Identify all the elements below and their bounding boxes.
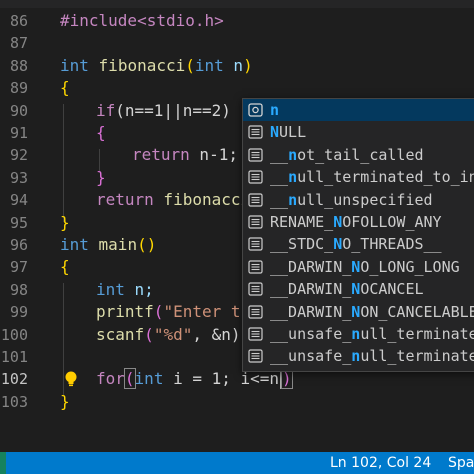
cursor-position[interactable]: Ln 102, Col 24 [330,452,431,474]
code-text: { [96,123,106,142]
text-icon [248,148,263,162]
lightbulb-icon[interactable] [62,370,80,388]
suggestion-item[interactable]: __unsafe_null_terminate [243,345,474,367]
suggestion-item[interactable]: __null_unspecified [243,189,474,211]
suggestion-label: n [270,101,280,119]
line-number: 88 [9,56,28,75]
text-icon [248,215,263,229]
autocomplete-suggest-widget[interactable]: n NULL __not_tail_called __null_terminated_… [242,98,474,372]
indentation-setting[interactable]: Spa [448,452,474,474]
text-icon [248,304,263,319]
line-number: 103 [0,392,28,411]
code-text: int n; [96,279,154,299]
suggestion-item[interactable]: RENAME_NOFOLLOW_ANY [243,211,474,233]
suggestion-label: NULL [270,123,307,142]
code-line[interactable]: 87 [0,32,474,54]
suggestion-label: __not_tail_called [270,145,424,164]
code-text: #include<stdio.h> [60,11,224,30]
suggestion-item[interactable]: __STDC_NO_THREADS__ [243,233,474,255]
suggestion-item[interactable]: __null_terminated_to_in [243,166,474,188]
text-icon [248,192,263,207]
suggestion-label: __DARWIN_NOCANCEL [270,280,424,299]
code-text: } [60,391,70,411]
line-number: 92 [9,146,28,165]
suggestion-item[interactable]: __DARWIN_NOCANCEL [243,278,474,300]
line-number: 101 [0,348,28,366]
suggestion-label: __STDC_NO_THREADS__ [270,235,442,254]
suggestion-item[interactable]: n [243,99,474,122]
line-number: 93 [9,168,28,187]
suggestion-label: RENAME_NOFOLLOW_ANY [270,213,442,231]
code-text: scanf("%d", &n); [96,324,251,344]
line-number: 96 [9,236,28,254]
suggestion-item[interactable]: __unsafe_null_terminate [243,323,474,345]
remote-indicator[interactable] [0,452,6,474]
text-icon [248,260,263,274]
line-number: 94 [9,191,28,210]
suggestion-item[interactable]: __not_tail_called [243,144,474,166]
line-number: 95 [9,213,28,232]
line-number: 100 [0,325,28,344]
code-text: } [60,212,70,232]
snippet-icon [248,103,263,117]
suggestion-item[interactable]: __DARWIN_NON_CANCELABLE [243,301,474,323]
text-icon [248,282,263,296]
line-number: 99 [9,303,28,322]
line-number: 91 [9,124,28,142]
suggestion-label: __DARWIN_NO_LONG_LONG [270,257,460,276]
suggestion-label: __null_terminated_to_in [270,168,474,187]
code-text: } [96,167,106,187]
code-text: { [60,257,70,277]
text-icon [248,125,263,139]
line-number: 98 [9,280,28,299]
code-text: return fibonacci( [96,190,260,210]
line-number: 89 [9,79,28,98]
line-number: 102 [0,370,28,389]
line-number: 86 [9,12,28,30]
code-text: { [60,78,70,98]
suggestion-label: __DARWIN_NON_CANCELABLE [270,302,474,321]
code-line[interactable]: 86 #include<stdio.h> [0,10,474,32]
text-icon [248,170,263,184]
status-bar: Ln 102, Col 24 Spa [0,452,474,474]
suggestion-item[interactable]: __DARWIN_NO_LONG_LONG [243,256,474,278]
code-text: int main() [60,235,157,254]
text-icon [248,327,263,341]
code-editor[interactable]: 86 #include<stdio.h> 87 88 int fibonacci… [0,0,474,452]
code-text: int fibonacci(int n) [60,55,253,75]
code-text: printf("Enter the [96,302,260,322]
suggestion-item[interactable]: NULL [243,121,474,143]
suggestion-label: __unsafe_null_terminate [270,325,474,343]
code-line[interactable]: 88 int fibonacci(int n) [0,55,474,77]
code-text: if(n==1||n==2) [96,100,231,120]
suggestion-label: __null_unspecified [270,190,433,209]
line-number: 90 [9,101,28,120]
editor-tab-strip [0,0,474,8]
line-number: 97 [9,258,28,277]
code-text: return n-1; [132,145,238,165]
suggestion-label: __unsafe_null_terminate [270,347,474,366]
text-icon [248,349,263,363]
text-icon [248,237,263,251]
code-line[interactable]: 89 { [0,77,474,99]
line-number: 87 [9,34,28,53]
code-line[interactable]: 103 } [0,391,474,413]
